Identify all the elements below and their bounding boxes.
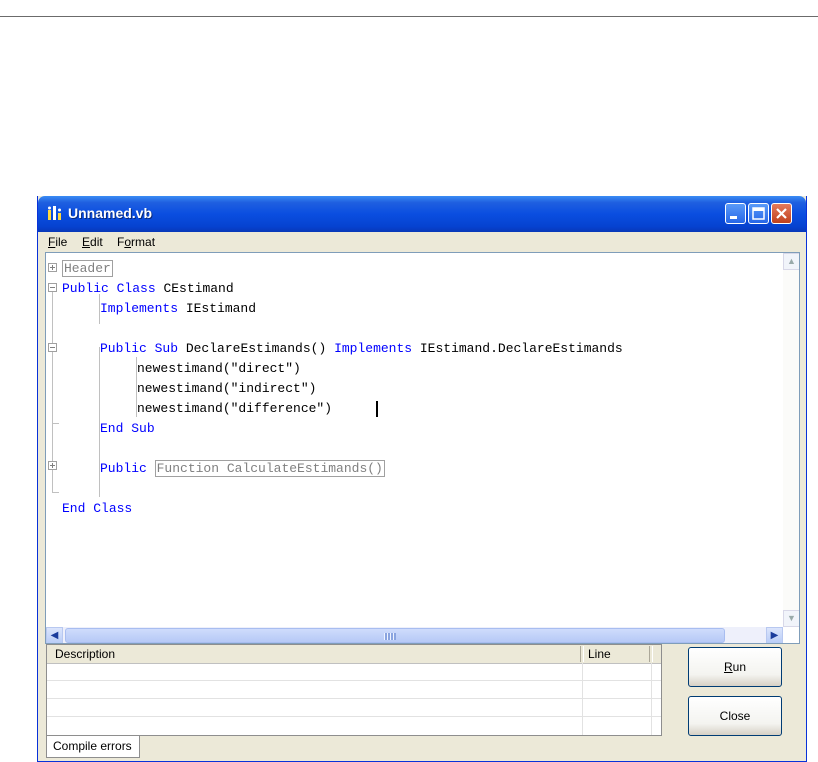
run-button[interactable]: Run [688, 647, 782, 687]
code-line-5: Public Sub DeclareEstimands() Implements… [100, 339, 623, 359]
collapsed-function[interactable]: Function CalculateEstimands() [154, 460, 385, 477]
table-row[interactable] [47, 699, 661, 717]
tab-compile-errors[interactable]: Compile errors [46, 736, 140, 758]
column-separator[interactable] [580, 646, 584, 662]
minimize-button[interactable] [725, 203, 746, 224]
collapsed-header[interactable]: Header [62, 260, 113, 277]
scroll-right-arrow-icon[interactable]: ▶ [766, 627, 783, 643]
keyword: Sub [154, 341, 179, 356]
table-row[interactable] [47, 717, 661, 734]
keyword: Class [116, 281, 156, 296]
code-line-11: Public Function CalculateEstimands() [100, 459, 385, 479]
scroll-up-arrow-icon[interactable]: ▲ [783, 253, 799, 270]
title-bar[interactable]: Unnamed.vb [38, 196, 806, 232]
keyword: Class [93, 501, 133, 516]
keyword: Implements [100, 301, 179, 316]
close-button[interactable]: Close [688, 696, 782, 736]
code-line-8: newestimand("difference") [137, 401, 333, 416]
code-line-2: Public Class CEstimand [62, 279, 234, 299]
close-icon [776, 208, 787, 219]
menu-edit-label: dit [90, 235, 103, 249]
code-text: IEstimand.DeclareEstimands [412, 341, 623, 356]
column-separator[interactable] [649, 646, 653, 662]
table-header: Description Line [47, 645, 661, 664]
horizontal-scroll-thumb[interactable] [65, 628, 725, 643]
keyword: Public [100, 461, 147, 476]
code-editor[interactable]: Header Public Class CEstimand Implements… [45, 252, 800, 644]
code-line-7: newestimand("indirect") [137, 381, 317, 396]
compile-errors-table[interactable]: Description Line [46, 644, 662, 736]
code-line-13: End Class [62, 499, 132, 519]
menu-bar: File Edit Format [38, 232, 806, 252]
app-icon [48, 206, 61, 220]
menu-file-label: ile [55, 235, 68, 249]
scroll-down-arrow-icon[interactable]: ▼ [783, 610, 799, 627]
fold-guide-class-end [52, 492, 59, 493]
fold-guide-sub-end [52, 423, 59, 424]
code-line-1: Header [62, 259, 113, 279]
menu-edit[interactable]: Edit [82, 235, 103, 249]
code-text: DeclareEstimands() [178, 341, 335, 356]
keyword: Sub [131, 421, 155, 436]
window-title: Unnamed.vb [68, 205, 153, 221]
column-header-description[interactable]: Description [55, 647, 115, 661]
keyword: Public [100, 341, 147, 356]
collapse-class-icon[interactable] [48, 283, 57, 292]
menu-edit-mnemonic: E [82, 235, 91, 249]
scroll-grip-icon [384, 633, 396, 640]
keyword: Public [62, 281, 109, 296]
menu-format[interactable]: Format [117, 235, 155, 249]
text-caret [376, 401, 378, 417]
vertical-scrollbar[interactable]: ▲ ▼ [783, 253, 799, 627]
keyword: Implements [334, 341, 413, 356]
maximize-button[interactable] [748, 203, 769, 224]
menu-format-label: rmat [131, 235, 156, 249]
code-line-6: newestimand("direct") [137, 361, 301, 376]
column-divider [651, 663, 652, 735]
menu-file[interactable]: File [48, 235, 67, 249]
code-text: IEstimand [178, 301, 257, 316]
expand-header-icon[interactable] [48, 263, 57, 272]
code-line-3: Implements IEstimand [100, 299, 256, 319]
column-divider [582, 663, 583, 735]
keyword: End [100, 421, 124, 436]
close-window-button[interactable] [771, 203, 792, 224]
top-divider-line [0, 16, 818, 17]
collapse-sub-icon[interactable] [48, 343, 57, 352]
editor-window: Unnamed.vb File Edit Format Header Publi… [37, 196, 807, 762]
maximize-icon [752, 207, 765, 220]
keyword: End [62, 501, 86, 516]
code-text: CEstimand [155, 281, 234, 296]
scroll-left-arrow-icon[interactable]: ◀ [46, 627, 63, 643]
column-header-line[interactable]: Line [588, 647, 611, 661]
code-line-9: End Sub [100, 419, 155, 439]
table-row[interactable] [47, 681, 661, 699]
run-mnemonic: R [723, 660, 733, 674]
expand-function-icon[interactable] [48, 461, 57, 470]
horizontal-scrollbar[interactable]: ◀ ▶ [46, 627, 783, 643]
run-label: un [732, 660, 747, 674]
minimize-icon [730, 216, 737, 219]
table-row[interactable] [47, 663, 661, 681]
